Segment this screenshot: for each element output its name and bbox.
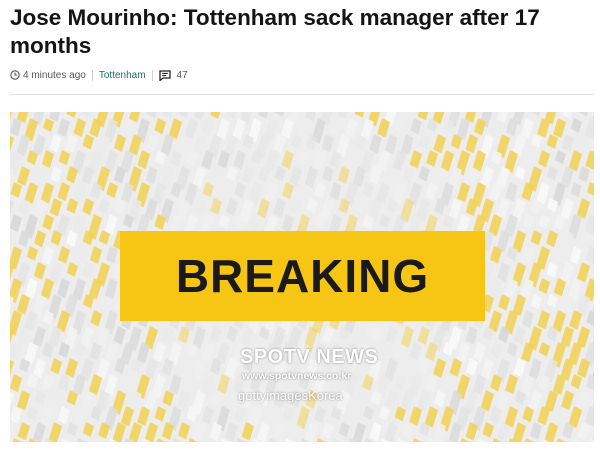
breaking-label: BREAKING	[175, 250, 430, 302]
watermark-url: www.spotvnews.co.kr	[242, 370, 352, 382]
article-meta: 4 minutes ago Tottenham 47	[10, 67, 188, 83]
meta-divider	[151, 69, 153, 81]
timestamp: 4 minutes ago	[23, 69, 86, 81]
watermark-brand: SPOTV NEWS	[240, 346, 379, 368]
divider	[10, 94, 594, 95]
clock-icon	[10, 70, 20, 80]
breaking-banner: BREAKING	[120, 231, 485, 321]
comment-count[interactable]: 47	[177, 70, 188, 81]
hero-image: BREAKING SPOTV NEWS www.spotvnews.co.kr …	[10, 112, 594, 442]
meta-divider	[91, 69, 93, 81]
comment-icon[interactable]	[158, 69, 171, 81]
article-headline: Jose Mourinho: Tottenham sack manager af…	[10, 5, 540, 58]
topic-link[interactable]: Tottenham	[99, 70, 146, 81]
watermark-getty: gettyimagesKorea	[238, 388, 343, 403]
